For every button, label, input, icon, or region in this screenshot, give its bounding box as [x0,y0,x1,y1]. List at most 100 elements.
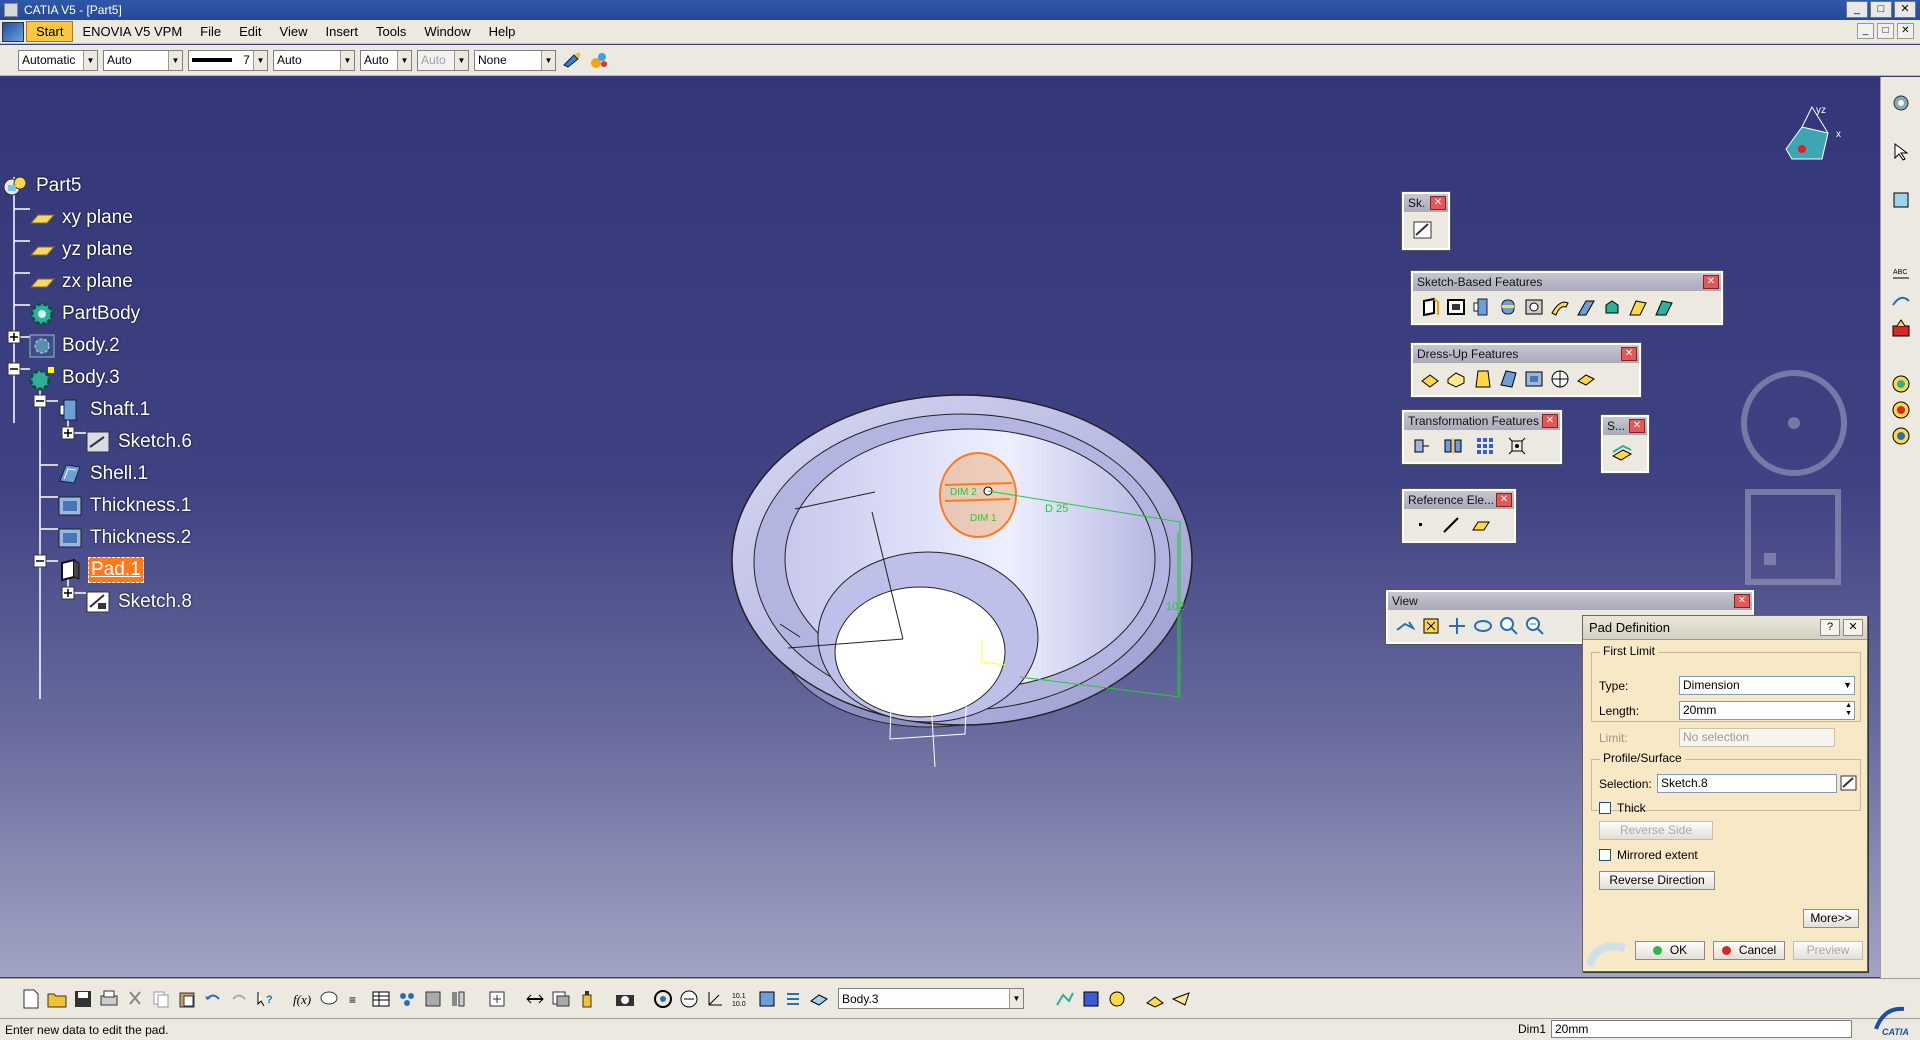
draft-analysis-icon[interactable] [1080,987,1102,1011]
pad-icon[interactable] [1419,296,1441,318]
selection-input[interactable]: Sketch.8 [1657,774,1837,793]
multi-view-icon[interactable] [756,987,778,1011]
menu-enovia[interactable]: ENOVIA V5 VPM [73,22,191,41]
dim-value-input[interactable]: 20mm [1551,1020,1852,1038]
cut-icon[interactable] [124,987,146,1011]
point-icon[interactable] [1410,514,1432,536]
zoom-out-icon[interactable] [1524,615,1546,637]
current-body-combo[interactable]: Body.3 ▼ [838,988,1024,1009]
close-toolbar-button[interactable]: ✕ [1496,493,1512,507]
spinner-icon[interactable]: ▲ ▼ [1845,702,1852,718]
layer-combo[interactable]: None ▼ [474,49,556,71]
draft-icon[interactable] [1471,368,1493,390]
preview-button[interactable]: Preview [1793,941,1863,960]
line-type-combo[interactable]: Auto ▼ [273,49,355,71]
tree-node-zx-plane[interactable]: zx plane [28,267,135,297]
thickness-icon[interactable] [1523,368,1545,390]
tree-node-shaft1[interactable]: Shaft.1 [56,395,152,425]
analysis-icon[interactable] [1054,987,1076,1011]
menu-tools[interactable]: Tools [367,22,415,41]
redo-icon[interactable] [228,987,250,1011]
apply-material-tool-icon[interactable] [1144,987,1166,1011]
menu-start[interactable]: Start [26,21,74,42]
close-toolbar-button[interactable]: ✕ [1629,419,1645,433]
comment-icon[interactable] [318,987,340,1011]
shading-icon[interactable] [808,987,830,1011]
sketch-tool-icon[interactable] [1890,290,1912,312]
annotation-icon[interactable]: ABC [1890,263,1912,285]
tree-node-xy-plane[interactable]: xy plane [28,203,135,233]
curvature-analysis-icon[interactable] [1106,987,1128,1011]
split-icon[interactable] [1611,442,1633,464]
tree-node-thickness1[interactable]: Thickness.1 [56,491,193,521]
rectangular-pattern-icon[interactable] [1474,435,1496,457]
boolean-assemble-icon[interactable] [1890,373,1912,395]
tree-node-body2[interactable]: Body.2 [28,331,122,361]
formula-icon[interactable]: f(x) [292,987,314,1011]
graphic-properties-icon[interactable] [588,49,610,71]
undo-icon[interactable] [202,987,224,1011]
close-toolbar-button[interactable]: ✕ [1734,594,1750,608]
gear-icon[interactable] [1890,92,1912,114]
reverse-side-button[interactable]: Reverse Side [1599,821,1713,840]
doc-minimize-button[interactable]: _ [1857,23,1874,39]
maximize-button[interactable]: □ [1870,1,1892,18]
update-icon[interactable] [486,987,508,1011]
pocket-icon[interactable] [1445,296,1467,318]
menu-window[interactable]: Window [415,22,479,41]
doc-close-button[interactable]: ✕ [1897,23,1914,39]
dialog-close-button[interactable]: ✕ [1843,619,1863,636]
open-folder-icon[interactable] [46,987,68,1011]
thread-icon[interactable] [1549,368,1571,390]
tree-node-pad1[interactable]: Pad.1 [56,555,144,585]
compass-icon[interactable]: yz x [1772,99,1848,175]
tree-node-yz-plane[interactable]: yz plane [28,235,135,265]
catalog-icon[interactable] [422,987,444,1011]
remove-loft-icon[interactable] [1653,296,1675,318]
plane-icon[interactable] [1470,514,1492,536]
close-button[interactable]: ✕ [1894,1,1916,18]
cancel-button[interactable]: Cancel [1713,941,1785,960]
shaft-icon[interactable] [1471,296,1493,318]
help-button[interactable]: ? [1820,619,1840,636]
bottle-icon[interactable] [576,987,598,1011]
line-icon[interactable] [1440,514,1462,536]
catia-logo-icon[interactable] [2,21,24,42]
translation-icon[interactable] [1410,435,1432,457]
remove-face-icon[interactable] [1575,368,1597,390]
thick-checkbox[interactable] [1599,802,1611,814]
menu-view[interactable]: View [271,22,317,41]
menu-help[interactable]: Help [480,22,525,41]
new-file-icon[interactable] [20,987,42,1011]
menu-file[interactable]: File [191,22,230,41]
hide-show-icon[interactable] [550,987,572,1011]
scaling-icon[interactable] [1506,435,1528,457]
transparency-combo[interactable]: Auto ▼ [103,49,183,71]
table-icon[interactable] [370,987,392,1011]
close-toolbar-button[interactable]: ✕ [1542,414,1558,428]
boolean-remove-icon[interactable] [1890,425,1912,447]
apply-material-icon[interactable] [1890,317,1912,339]
reverse-direction-button[interactable]: Reverse Direction [1599,871,1715,890]
menu-insert[interactable]: Insert [316,22,367,41]
knowledge-icon[interactable] [396,987,418,1011]
loft-icon[interactable] [1627,296,1649,318]
mirror-icon[interactable] [1442,435,1464,457]
sketch-icon[interactable] [1412,219,1434,241]
painter-icon[interactable] [561,49,583,71]
print-icon[interactable] [98,987,120,1011]
scene-icon[interactable] [1170,987,1192,1011]
color-combo[interactable]: Automatic ▼ [18,49,98,71]
minimize-button[interactable]: _ [1846,1,1868,18]
tree-node-sketch8[interactable]: Sketch.8 [84,587,194,617]
sketch-edit-icon[interactable] [1839,773,1859,793]
3d-part-model[interactable]: DIM 2 DIM 1 D 25 102 [700,377,1240,817]
measure-icon[interactable] [1890,189,1912,211]
mirrored-extent-checkbox[interactable] [1599,849,1611,861]
doc-restore-button[interactable]: □ [1877,23,1894,39]
stiffener-icon[interactable] [1601,296,1623,318]
length-input[interactable]: 20mm ▲ ▼ [1679,701,1855,720]
threshold-icon[interactable]: 10.1 10.0 [730,987,752,1011]
hole-icon[interactable] [1523,296,1545,318]
copy-icon[interactable] [150,987,172,1011]
